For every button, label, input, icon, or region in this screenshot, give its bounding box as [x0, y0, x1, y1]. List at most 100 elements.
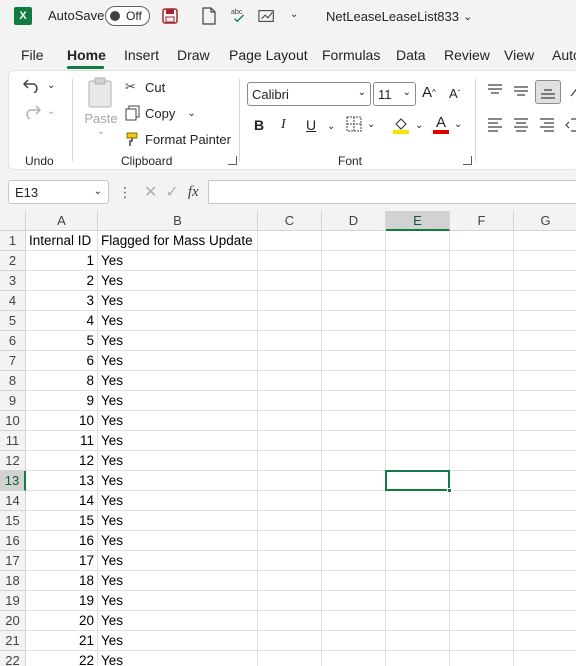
underline-button[interactable]: U: [306, 117, 316, 133]
empty-cell[interactable]: [386, 591, 450, 611]
id-cell[interactable]: 1: [26, 251, 98, 271]
flag-cell[interactable]: Yes: [98, 631, 258, 651]
flag-cell[interactable]: Yes: [98, 291, 258, 311]
new-file-icon[interactable]: [201, 7, 219, 25]
empty-cell[interactable]: [322, 611, 386, 631]
empty-cell[interactable]: [258, 511, 322, 531]
id-cell[interactable]: 17: [26, 551, 98, 571]
flag-cell[interactable]: Yes: [98, 451, 258, 471]
flag-cell[interactable]: Yes: [98, 271, 258, 291]
header-cell[interactable]: Internal ID: [26, 231, 98, 251]
flag-cell[interactable]: Yes: [98, 511, 258, 531]
row-header[interactable]: 7: [0, 351, 26, 371]
select-all-corner[interactable]: [0, 211, 26, 231]
flag-cell[interactable]: Yes: [98, 371, 258, 391]
id-cell[interactable]: 16: [26, 531, 98, 551]
id-cell[interactable]: 15: [26, 511, 98, 531]
empty-cell[interactable]: [514, 371, 576, 391]
row-header[interactable]: 13: [0, 471, 26, 491]
align-middle-button[interactable]: [513, 84, 529, 98]
empty-cell[interactable]: [514, 631, 576, 651]
empty-cell[interactable]: [258, 551, 322, 571]
row-header[interactable]: 3: [0, 271, 26, 291]
empty-cell[interactable]: [386, 371, 450, 391]
id-cell[interactable]: 2: [26, 271, 98, 291]
empty-cell[interactable]: [386, 231, 450, 251]
empty-cell[interactable]: [322, 591, 386, 611]
bold-button[interactable]: B: [254, 117, 264, 133]
file-name[interactable]: NetLeaseLeaseList833 ⌄: [326, 9, 472, 24]
empty-cell[interactable]: [386, 651, 450, 666]
row-header[interactable]: 22: [0, 651, 26, 666]
undo-button[interactable]: ⌄: [23, 77, 55, 93]
empty-cell[interactable]: [386, 531, 450, 551]
copy-button[interactable]: Copy ⌄: [125, 105, 196, 121]
empty-cell[interactable]: [258, 451, 322, 471]
enter-icon[interactable]: ✓: [165, 182, 178, 202]
empty-cell[interactable]: [386, 351, 450, 371]
empty-cell[interactable]: [386, 631, 450, 651]
empty-cell[interactable]: [258, 411, 322, 431]
empty-cell[interactable]: [386, 451, 450, 471]
empty-cell[interactable]: [450, 391, 514, 411]
id-cell[interactable]: 11: [26, 431, 98, 451]
font-size-select[interactable]: 11 ⌄: [373, 82, 416, 106]
tab-view[interactable]: View: [504, 47, 534, 63]
tab-insert[interactable]: Insert: [124, 47, 159, 63]
align-top-button[interactable]: [487, 84, 503, 98]
empty-cell[interactable]: [514, 311, 576, 331]
empty-cell[interactable]: [258, 371, 322, 391]
empty-cell[interactable]: [450, 631, 514, 651]
format-painter-button[interactable]: Format Painter: [125, 131, 231, 147]
empty-cell[interactable]: [514, 491, 576, 511]
cancel-icon[interactable]: ✕: [144, 182, 157, 202]
align-right-button[interactable]: [539, 118, 555, 132]
empty-cell[interactable]: [322, 431, 386, 451]
empty-cell[interactable]: [450, 651, 514, 666]
empty-cell[interactable]: [258, 251, 322, 271]
empty-cell[interactable]: [386, 311, 450, 331]
font-launcher-icon[interactable]: [463, 156, 472, 165]
empty-cell[interactable]: [322, 651, 386, 666]
empty-cell[interactable]: [258, 471, 322, 491]
empty-cell[interactable]: [258, 531, 322, 551]
empty-cell[interactable]: [322, 451, 386, 471]
empty-cell[interactable]: [322, 271, 386, 291]
empty-cell[interactable]: [450, 411, 514, 431]
empty-cell[interactable]: [258, 611, 322, 631]
empty-cell[interactable]: [450, 271, 514, 291]
empty-cell[interactable]: [514, 531, 576, 551]
empty-cell[interactable]: [450, 371, 514, 391]
empty-cell[interactable]: [514, 431, 576, 451]
flag-cell[interactable]: Yes: [98, 431, 258, 451]
row-header[interactable]: 18: [0, 571, 26, 591]
clipboard-launcher-icon[interactable]: [228, 156, 237, 165]
empty-cell[interactable]: [450, 611, 514, 631]
empty-cell[interactable]: [386, 251, 450, 271]
customize-toolbar-icon[interactable]: ⌄: [290, 9, 298, 20]
empty-cell[interactable]: [386, 291, 450, 311]
column-header-e[interactable]: E: [386, 211, 450, 231]
empty-cell[interactable]: [514, 611, 576, 631]
empty-cell[interactable]: [322, 391, 386, 411]
orientation-button[interactable]: [569, 84, 576, 98]
spreadsheet-grid[interactable]: A B C D E F G 1 Internal ID Flagged for Mass Upda…: [0, 211, 576, 666]
formula-input[interactable]: [208, 180, 576, 204]
align-left-button[interactable]: [487, 118, 503, 132]
row-header[interactable]: 4: [0, 291, 26, 311]
empty-cell[interactable]: [386, 511, 450, 531]
row-header[interactable]: 6: [0, 331, 26, 351]
empty-cell[interactable]: [514, 411, 576, 431]
id-cell[interactable]: 21: [26, 631, 98, 651]
empty-cell[interactable]: [258, 571, 322, 591]
empty-cell[interactable]: [322, 371, 386, 391]
tab-page-layout[interactable]: Page Layout: [229, 47, 308, 63]
empty-cell[interactable]: [450, 551, 514, 571]
empty-cell[interactable]: [322, 491, 386, 511]
id-cell[interactable]: 22: [26, 651, 98, 666]
id-cell[interactable]: 3: [26, 291, 98, 311]
underline-dropdown-icon[interactable]: ⌄: [327, 121, 335, 132]
redo-dropdown-icon[interactable]: ⌄: [47, 106, 55, 117]
autosave-toggle[interactable]: Off: [105, 6, 150, 26]
font-color-button[interactable]: A ⌄: [433, 115, 462, 134]
